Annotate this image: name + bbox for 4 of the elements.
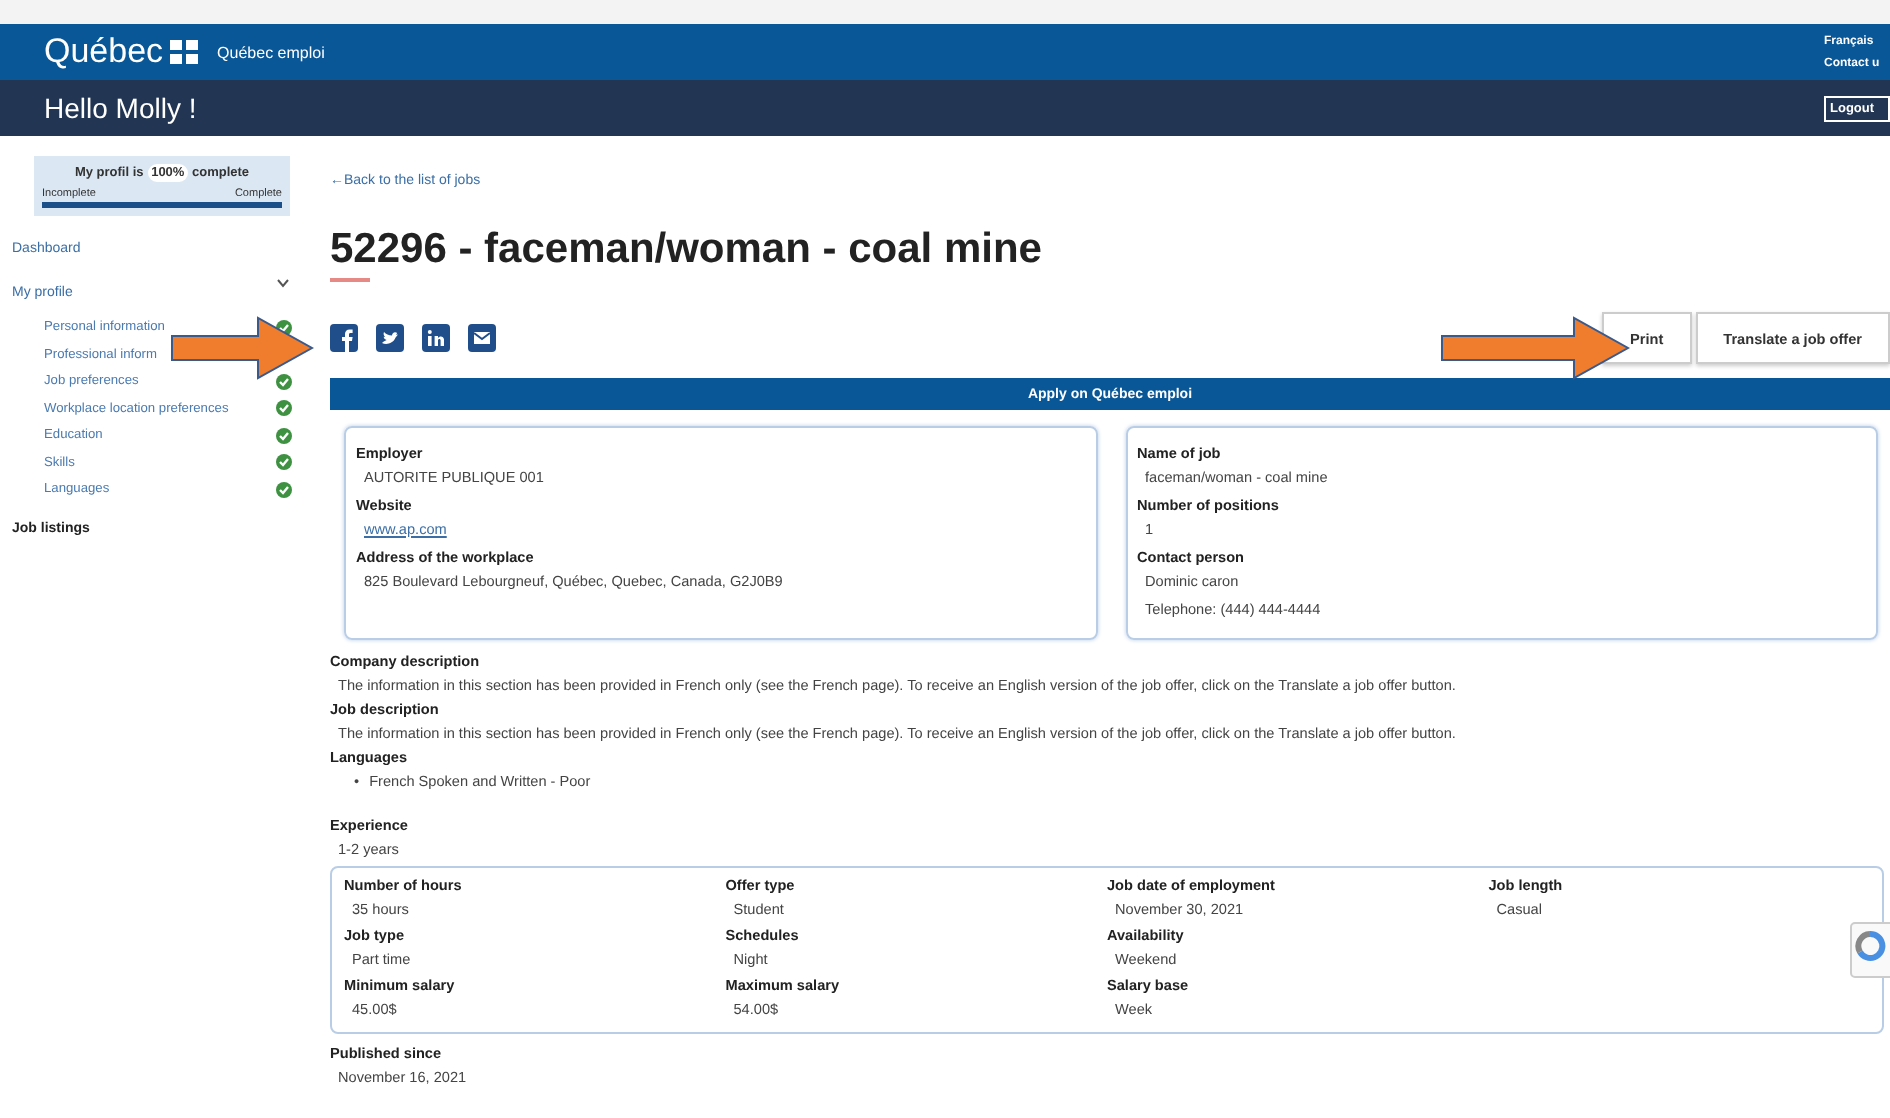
logo: Québec	[44, 32, 164, 72]
site-name[interactable]: Québec emploi	[217, 43, 325, 61]
greeting: Hello Molly !	[44, 92, 197, 124]
job-title: 52296 - faceman/woman - coal mine	[330, 226, 1044, 274]
